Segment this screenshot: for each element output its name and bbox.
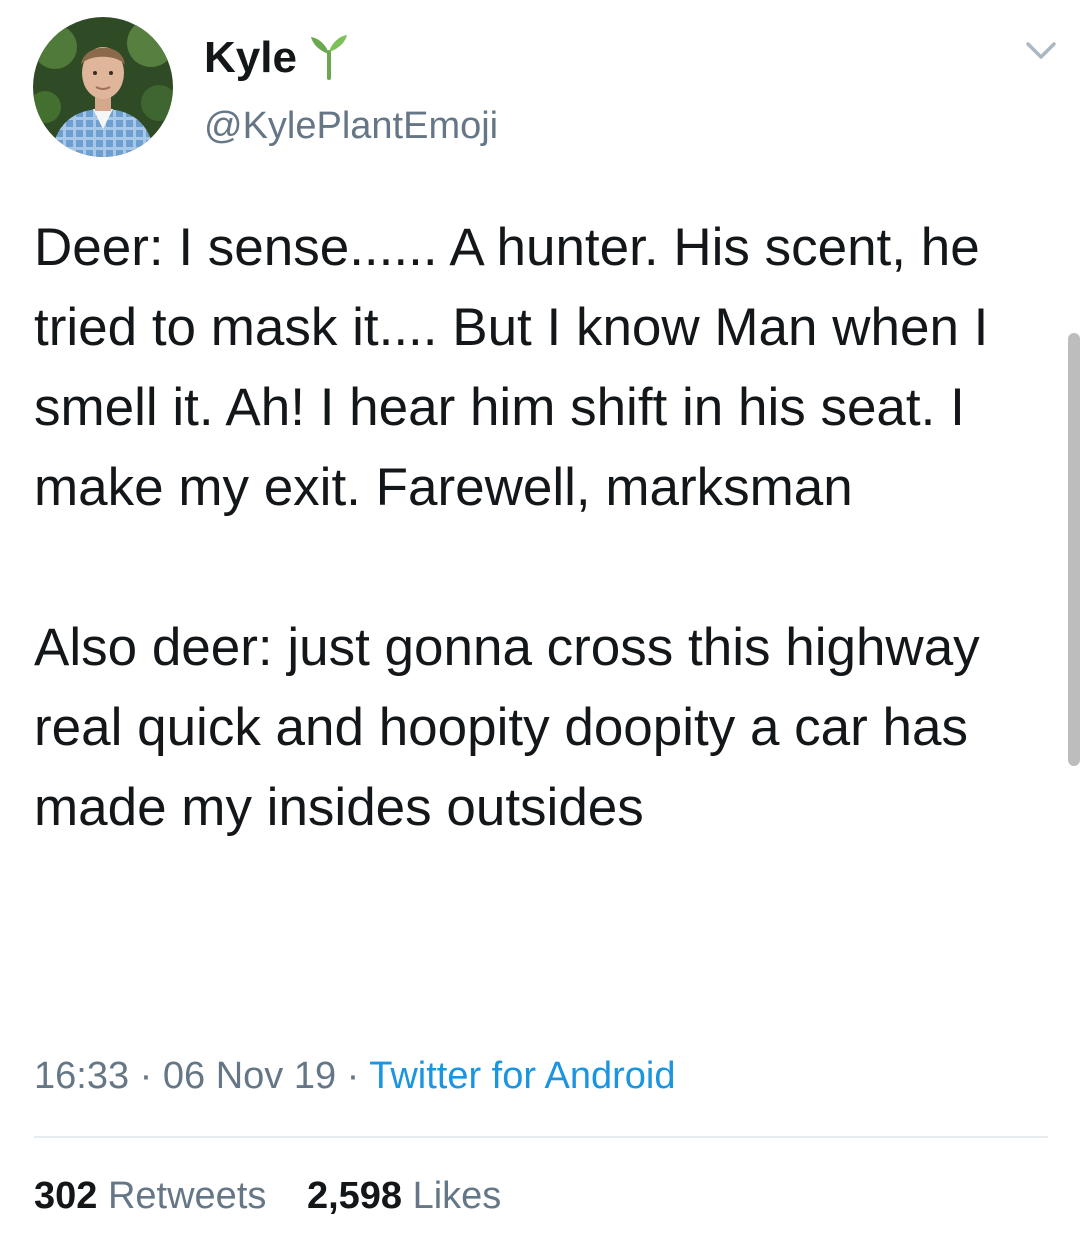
tweet-stats: 302 Retweets 2,598 Likes <box>34 1168 501 1224</box>
user-handle[interactable]: @KylePlantEmoji <box>204 98 498 154</box>
tweet-paragraph: Deer: I sense...... A hunter. His scent,… <box>34 218 989 517</box>
retweets-label: Retweets <box>107 1175 267 1217</box>
tweet-metadata: 16:33 · 06 Nov 19 · Twitter for Android <box>34 1048 675 1104</box>
seedling-icon <box>311 35 347 80</box>
tweet-paragraph: Also deer: just gonna cross this highway… <box>34 618 980 837</box>
retweets-count: 302 <box>34 1175 98 1217</box>
likes-label: Likes <box>412 1175 502 1217</box>
separator: · <box>139 1055 153 1097</box>
chevron-down-icon[interactable] <box>1025 40 1057 62</box>
tweet-text: Deer: I sense...... A hunter. His scent,… <box>34 208 1054 848</box>
tweet-date[interactable]: 06 Nov 19 <box>163 1055 336 1097</box>
avatar-photo <box>33 17 173 157</box>
avatar[interactable] <box>33 17 173 157</box>
scrollbar[interactable] <box>1068 333 1080 766</box>
tweet-source-link[interactable]: Twitter for Android <box>369 1055 675 1097</box>
divider <box>34 1136 1048 1138</box>
likes-count: 2,598 <box>306 1175 403 1217</box>
retweets-link[interactable]: 302 Retweets <box>34 1175 266 1217</box>
likes-link[interactable]: 2,598 Likes <box>307 1175 501 1217</box>
tweet-time[interactable]: 16:33 <box>34 1055 129 1097</box>
display-name[interactable]: Kyle <box>204 28 297 88</box>
separator: · <box>346 1055 360 1097</box>
